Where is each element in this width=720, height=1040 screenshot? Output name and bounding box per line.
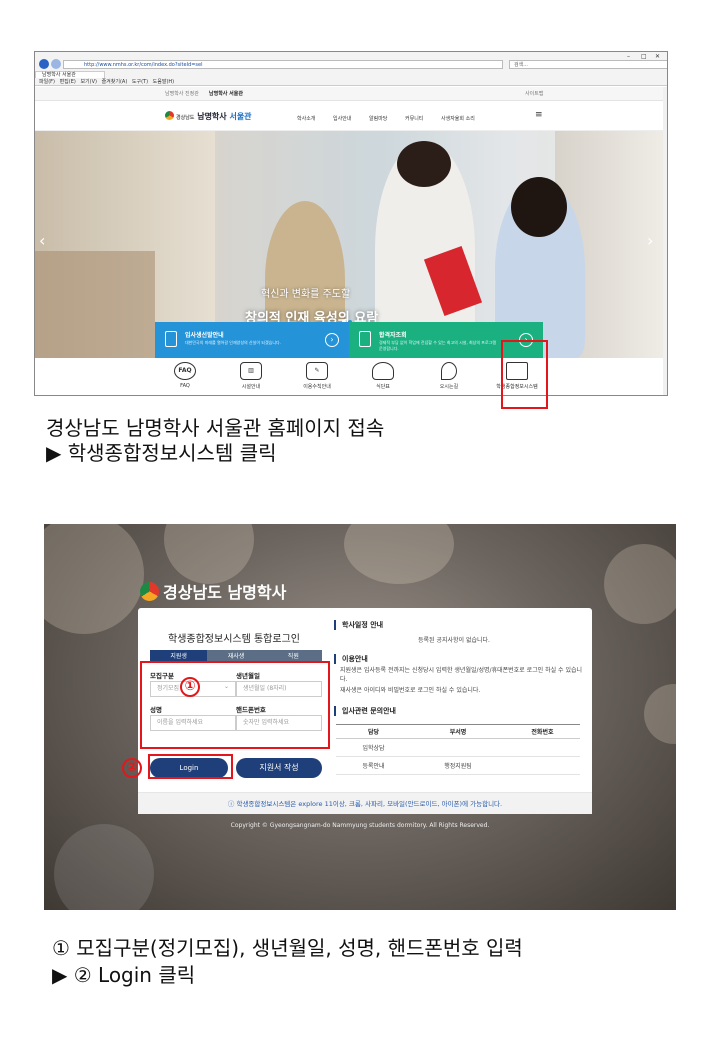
maximize-icon[interactable]: □ (641, 53, 647, 60)
menu-item[interactable]: 도구(T) (132, 79, 148, 85)
close-icon[interactable]: ✕ (655, 53, 660, 60)
highlight-box-input-fields (140, 661, 330, 749)
quick-faq[interactable]: FAQ FAQ (155, 362, 215, 389)
gnb-item[interactable]: 학사소개 (297, 115, 315, 122)
caption2-line2: ▶ ② Login 클릭 (52, 963, 196, 987)
building-icon: ▥ (240, 362, 262, 380)
banner-admission-guide[interactable]: 입사생선발안내 대한민국의 미래를 열어갈 인재양성의 산실이 되겠습니다. › (155, 322, 349, 358)
caption1-line1: 경상남도 남명학사 서울관 홈페이지 접속 (46, 416, 385, 440)
chef-hat-icon (372, 362, 394, 380)
menu-item[interactable]: 편집(E) (60, 79, 76, 85)
prev-arrow-icon[interactable]: ‹ (39, 231, 45, 250)
table-row: 입학상담 (336, 738, 580, 757)
schedule-heading: 학사일정 안내 (334, 620, 383, 630)
copyright: Copyright © Gyeongsangnam-do Nammyung st… (230, 822, 490, 829)
contact-table: 담당 부서명 전화번호 입학상담 등록안내 행정지원팀 (336, 724, 580, 775)
logo-icon (165, 111, 174, 120)
clipboard-icon: ✎ (306, 362, 328, 380)
apply-button[interactable]: 지원서 작성 (236, 758, 322, 778)
site-top-strip: 남명학사 진정관 남명학사 서울관 사이트맵 (35, 87, 663, 101)
location-pin-icon (441, 362, 457, 380)
menu-item[interactable]: 파일(F) (39, 79, 55, 85)
forward-icon[interactable] (51, 59, 61, 69)
quick-facility[interactable]: ▥ 시설안내 (221, 362, 281, 390)
hero-line1: 혁신과 변화를 주도할 (261, 289, 351, 300)
gnb-item[interactable]: 커뮤니티 (405, 115, 423, 122)
minimize-icon[interactable]: – (627, 53, 630, 60)
table-header: 전화번호 (504, 724, 580, 739)
table-row: 등록안내 행정지원팀 (336, 756, 580, 775)
schedule-text: 등록된 공지사항이 없습니다. (418, 637, 490, 644)
guide-heading: 이용안내 (334, 654, 368, 664)
contact-heading: 입사관련 문의안내 (334, 706, 396, 716)
document-icon (359, 331, 371, 347)
highlight-box-login (148, 754, 233, 779)
address-bar[interactable]: http://www.nmhs.or.kr/com/index.do?siteI… (63, 60, 503, 69)
browser-tab[interactable]: 남명학사 서울관 (35, 71, 105, 78)
document-icon (165, 331, 177, 347)
browser-search[interactable]: 검색... (509, 60, 667, 69)
login-title: 학생종합정보시스템 통합로그인 (168, 634, 300, 645)
site-header: 경상남도 남명학사 서울관 학사소개 입사안내 알림마당 커뮤니티 사생자율회 … (35, 101, 663, 131)
gnb-item[interactable]: 입사안내 (333, 115, 351, 122)
guide-line: 지원생은 입사등록 전까지는 신청당시 입력한 생년월일/성명/휴대폰번호로 로… (340, 667, 583, 683)
scrollbar[interactable] (663, 87, 667, 395)
caption2-line1: ① 모집구분(정기모집), 생년월일, 성명, 핸드폰번호 입력 (52, 936, 523, 960)
gnb-item[interactable]: 사생자율회 소리 (441, 115, 475, 122)
browser-support-notice: ⓘ 학생종합정보시스템은 explore 11이상, 크롬, 사파리, 모바일(… (138, 792, 592, 814)
logo-icon (140, 582, 159, 601)
quick-menu-table[interactable]: 식단표 (353, 362, 413, 390)
top-link-jinjeong[interactable]: 남명학사 진정관 (165, 90, 199, 97)
table-header: 담당 (336, 724, 412, 739)
homepage-screenshot: http://www.nmhs.or.kr/com/index.do?siteI… (34, 51, 668, 396)
caption1-line2: ▶ 학생종합정보시스템 클릭 (46, 441, 277, 465)
gnb-item[interactable]: 알림마당 (369, 115, 387, 122)
table-header: 부서명 (411, 724, 505, 739)
marker-2: ② (122, 758, 142, 778)
quick-directions[interactable]: 오시는길 (419, 362, 479, 390)
marker-1: ① (180, 677, 200, 697)
browser-chrome: http://www.nmhs.or.kr/com/index.do?siteI… (35, 52, 667, 86)
login-screenshot: 경상남도 남명학사 학생종합정보시스템 통합로그인 지원생 재사생 직원 모집구… (44, 524, 676, 910)
back-icon[interactable] (39, 59, 49, 69)
quick-menu: FAQ FAQ ▥ 시설안내 ✎ 이용수칙안내 식단표 오시는길 학생종합정보시… (35, 358, 663, 395)
go-arrow-icon[interactable]: › (325, 333, 339, 347)
top-link-seoul[interactable]: 남명학사 서울관 (209, 90, 243, 97)
quick-rules[interactable]: ✎ 이용수칙안내 (287, 362, 347, 390)
login-brand: 경상남도 남명학사 (140, 579, 286, 603)
sitemap-link[interactable]: 사이트맵 (525, 90, 543, 97)
desk-rows (35, 251, 155, 358)
highlight-box-student-system (501, 340, 548, 409)
next-arrow-icon[interactable]: › (647, 231, 653, 250)
guide-line: 재사생은 아이디와 비밀번호로 로그인 하실 수 있습니다. (340, 687, 481, 694)
menu-icon[interactable]: ≡ (535, 110, 543, 120)
site-logo[interactable]: 경상남도 남명학사 서울관 (165, 111, 252, 122)
browser-menubar: 파일(F) 편집(E) 보기(V) 즐겨찾기(A) 도구(T) 도움말(H) (35, 78, 535, 86)
menu-item[interactable]: 즐겨찾기(A) (102, 79, 128, 85)
menu-item[interactable]: 보기(V) (80, 79, 97, 85)
faq-icon: FAQ (174, 362, 196, 380)
menu-item[interactable]: 도움말(H) (153, 79, 174, 85)
